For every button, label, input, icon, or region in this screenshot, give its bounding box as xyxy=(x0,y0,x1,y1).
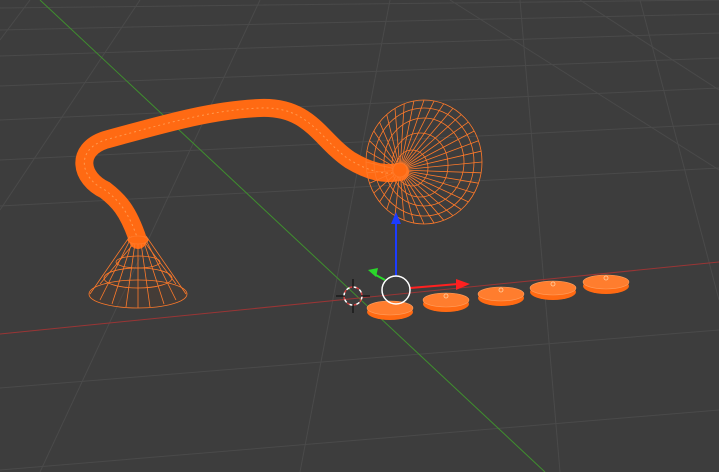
floor-grid xyxy=(0,0,719,472)
horn-cone[interactable] xyxy=(88,235,188,309)
disk-fan[interactable] xyxy=(365,99,483,225)
y-axis-line xyxy=(39,0,546,472)
gizmo-center-ring[interactable] xyxy=(381,275,411,305)
fan-spoke xyxy=(399,150,482,171)
disk-5[interactable] xyxy=(582,274,630,294)
3d-viewport[interactable] xyxy=(0,0,719,472)
disk-4[interactable] xyxy=(529,280,577,300)
fan-spoke xyxy=(399,140,479,171)
fan-spoke xyxy=(399,121,469,171)
tube-curve[interactable] xyxy=(75,98,409,249)
disk-2[interactable] xyxy=(422,292,470,312)
x-axis-handle[interactable] xyxy=(409,283,459,289)
viewport-canvas[interactable] xyxy=(0,0,719,472)
transform-gizmo[interactable] xyxy=(368,212,470,305)
fan-spoke xyxy=(399,169,454,217)
x-arrow-icon[interactable] xyxy=(456,279,470,290)
disk-3[interactable] xyxy=(477,286,525,306)
disk-1[interactable] xyxy=(366,300,414,320)
3d-cursor-icon[interactable] xyxy=(336,279,370,313)
